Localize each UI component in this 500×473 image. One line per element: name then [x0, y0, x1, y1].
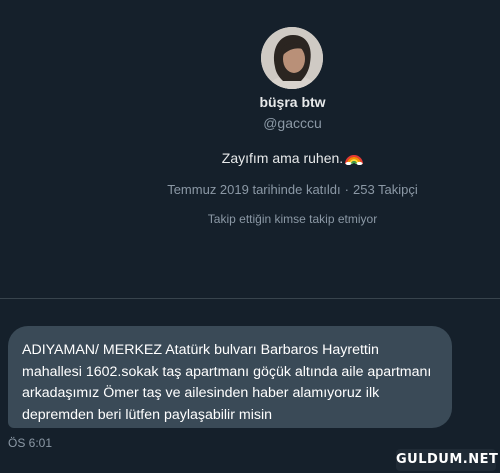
meta-separator: · — [344, 182, 349, 197]
rainbow-icon — [345, 151, 364, 168]
followers-count[interactable]: 253 Takipçi — [353, 182, 418, 197]
avatar-photo — [261, 27, 323, 89]
message-timestamp: ÖS 6:01 — [8, 436, 53, 450]
message-bubble[interactable]: ADIYAMAN/ MERKEZ Atatürk bulvarı Barbaro… — [8, 326, 452, 428]
message-text: ADIYAMAN/ MERKEZ Atatürk bulvarı Barbaro… — [22, 342, 432, 423]
watermark: GULDUM.NET — [396, 449, 498, 471]
bio-text: Zayıfım ama ruhen. — [221, 150, 344, 166]
joined-date: Temmuz 2019 tarihinde katıldı — [167, 182, 341, 197]
profile-bio: Zayıfım ama ruhen. — [0, 150, 500, 168]
profile-handle[interactable]: @gacccu — [0, 115, 500, 131]
avatar[interactable] — [261, 27, 323, 89]
profile-name[interactable]: büşra btw — [0, 94, 500, 110]
mutual-follow-info: Takip ettiğin kimse takip etmiyor — [207, 212, 378, 226]
divider — [0, 298, 500, 299]
profile-meta: Temmuz 2019 tarihinde katıldı · 253 Takipç… — [0, 182, 500, 197]
